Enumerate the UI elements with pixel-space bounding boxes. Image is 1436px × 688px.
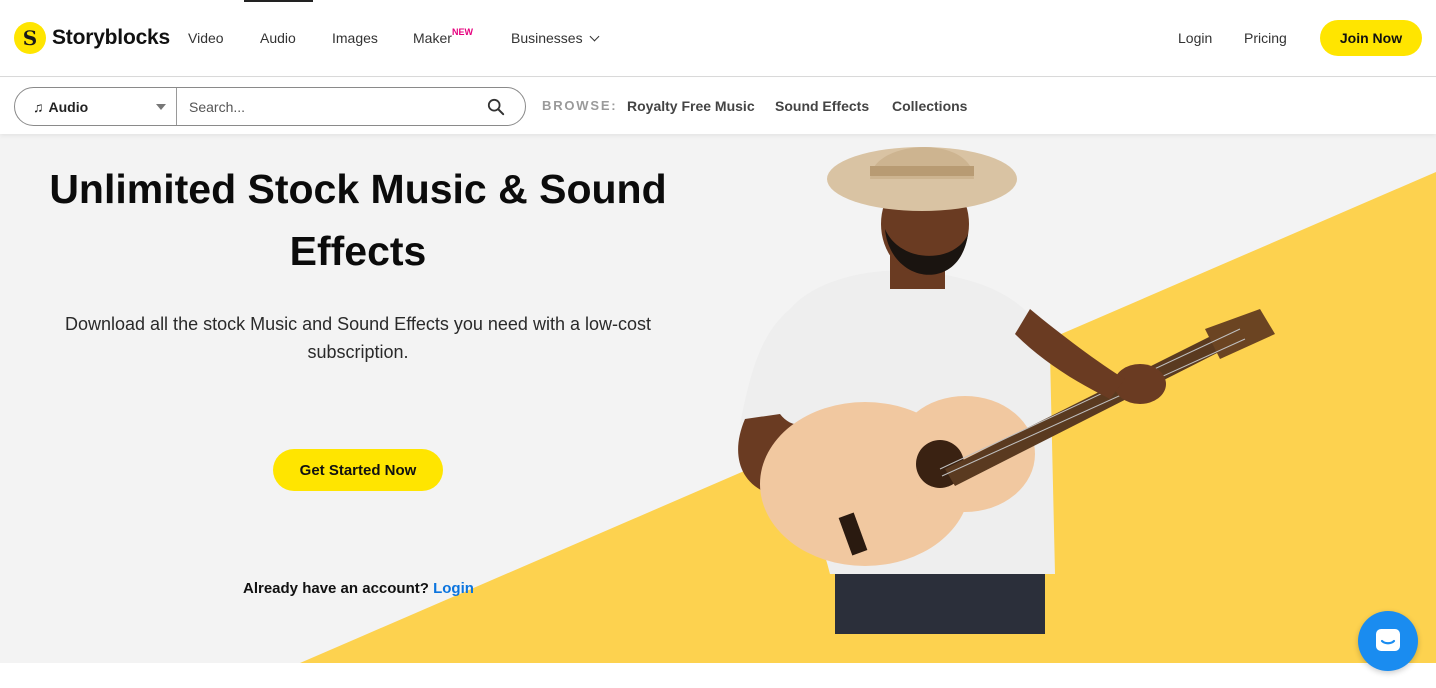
get-started-button[interactable]: Get Started Now bbox=[273, 449, 443, 491]
nav-active-indicator bbox=[244, 0, 313, 2]
browse-royalty-free-music[interactable]: Royalty Free Music bbox=[627, 98, 755, 114]
hero-subhead: Download all the stock Music and Sound E… bbox=[65, 314, 651, 362]
account-prompt-text: Already have an account? bbox=[243, 580, 429, 597]
search-icon[interactable] bbox=[487, 98, 505, 116]
nav-audio[interactable]: Audio bbox=[260, 30, 296, 46]
join-now-button[interactable]: Join Now bbox=[1320, 20, 1422, 56]
hero-section: Unlimited Stock Music & Sound Effects Do… bbox=[0, 134, 1436, 663]
browse-collections[interactable]: Collections bbox=[892, 98, 967, 114]
top-navigation: S Storyblocks Video Audio Images Maker N… bbox=[0, 0, 1436, 77]
nav-video[interactable]: Video bbox=[188, 30, 224, 46]
browse-sound-effects[interactable]: Sound Effects bbox=[775, 98, 869, 114]
search-input[interactable] bbox=[177, 88, 525, 125]
media-type-select[interactable]: ♫ Audio bbox=[15, 88, 177, 125]
bottom-strip bbox=[0, 663, 1436, 688]
hero-login-link[interactable]: Login bbox=[433, 580, 474, 597]
dropdown-caret-icon bbox=[156, 104, 166, 110]
chevron-down-icon bbox=[589, 31, 600, 41]
chat-button[interactable] bbox=[1358, 611, 1418, 671]
musician-with-guitar-image bbox=[738, 147, 1275, 634]
new-badge: NEW bbox=[452, 27, 473, 37]
account-prompt: Already have an account? Login bbox=[243, 580, 474, 597]
media-type-label: Audio bbox=[48, 98, 89, 115]
chat-icon bbox=[1376, 629, 1400, 651]
nav-images[interactable]: Images bbox=[332, 30, 378, 46]
search-box: ♫ Audio bbox=[14, 87, 526, 126]
search-bar-row: ♫ Audio BROWSE: Royalty Free Music Sound… bbox=[0, 78, 1436, 134]
pricing-link[interactable]: Pricing bbox=[1244, 30, 1287, 46]
logo-text: Storyblocks bbox=[52, 26, 171, 49]
storyblocks-logo[interactable]: S Storyblocks bbox=[14, 22, 170, 54]
nav-maker[interactable]: Maker bbox=[413, 30, 452, 46]
login-link[interactable]: Login bbox=[1178, 30, 1212, 46]
browse-label: BROWSE: bbox=[542, 98, 618, 113]
nav-businesses-label: Businesses bbox=[511, 30, 583, 46]
nav-businesses[interactable]: Businesses bbox=[511, 30, 600, 46]
music-note-icon: ♫ bbox=[33, 98, 44, 115]
logo-mark: S bbox=[14, 22, 46, 54]
hero-headline: Unlimited Stock Music & Sound Effects bbox=[49, 166, 667, 274]
